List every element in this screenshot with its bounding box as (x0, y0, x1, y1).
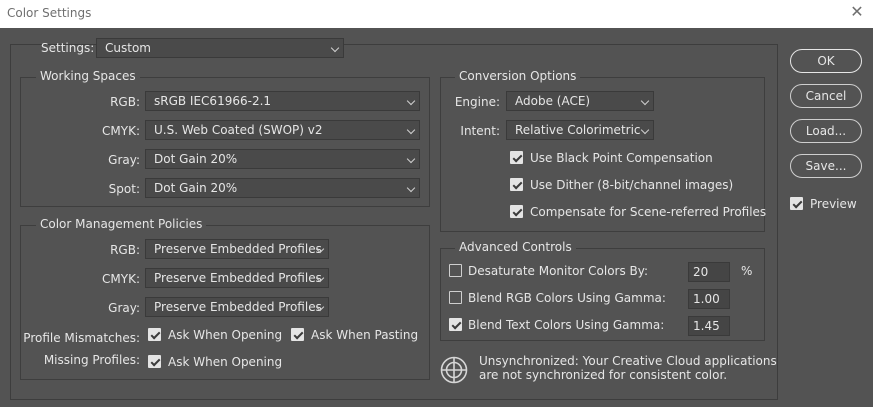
preview-checkbox[interactable] (790, 197, 803, 210)
black-point-checkbox[interactable] (510, 151, 523, 164)
ws-cmyk-select[interactable]: U.S. Web Coated (SWOP) v2 (145, 120, 420, 140)
engine-select[interactable]: Adobe (ACE) (506, 91, 654, 111)
working-spaces-title: Working Spaces (36, 69, 140, 83)
blend-rgb-value: 1.00 (693, 292, 720, 306)
blend-rgb-label: Blend RGB Colors Using Gamma: (468, 291, 666, 305)
policy-cmyk-value: Preserve Embedded Profiles (154, 271, 322, 285)
policy-rgb-value: Preserve Embedded Profiles (154, 242, 322, 256)
ws-spot-value: Dot Gain 20% (154, 181, 238, 195)
sync-status-line1: Unsynchronized: Your Creative Cloud appl… (479, 354, 777, 368)
black-point-label: Use Black Point Compensation (530, 151, 713, 165)
ws-spot-label: Spot: (108, 182, 140, 196)
ws-rgb-select[interactable]: sRGB IEC61966-2.1 (145, 91, 420, 111)
preview-label: Preview (810, 197, 857, 211)
color-sync-icon (440, 356, 468, 384)
save-button[interactable]: Save... (790, 154, 862, 178)
desaturate-label: Desaturate Monitor Colors By: (468, 264, 649, 278)
profile-mismatches-label: Profile Mismatches: (23, 331, 140, 345)
dither-label: Use Dither (8-bit/channel images) (530, 178, 734, 192)
ws-gray-select[interactable]: Dot Gain 20% (145, 149, 420, 169)
engine-value: Adobe (ACE) (515, 94, 591, 108)
compensate-label: Compensate for Scene-referred Profiles (530, 205, 767, 219)
policy-gray-select[interactable]: Preserve Embedded Profiles (145, 297, 329, 317)
cancel-button[interactable]: Cancel (790, 84, 862, 108)
dither-checkbox[interactable] (510, 178, 523, 191)
chevron-down-icon (406, 125, 416, 135)
ws-spot-select[interactable]: Dot Gain 20% (145, 178, 420, 198)
policy-gray-value: Preserve Embedded Profiles (154, 300, 322, 314)
ws-cmyk-value: U.S. Web Coated (SWOP) v2 (154, 123, 323, 137)
desaturate-input[interactable]: 20 (688, 262, 730, 282)
ws-rgb-label: RGB: (110, 95, 140, 109)
policy-gray-label: Gray: (108, 301, 140, 315)
window-title: Color Settings (7, 6, 92, 20)
blend-rgb-checkbox[interactable] (449, 291, 462, 304)
conversion-title: Conversion Options (455, 69, 581, 83)
ws-rgb-value: sRGB IEC61966-2.1 (154, 94, 272, 108)
settings-select-value: Custom (105, 41, 151, 55)
blend-text-input[interactable]: 1.45 (688, 316, 730, 336)
policies-title: Color Management Policies (36, 217, 207, 231)
desaturate-unit: % (741, 264, 753, 278)
advanced-title: Advanced Controls (455, 240, 576, 254)
compensate-checkbox[interactable] (510, 205, 523, 218)
blend-text-label: Blend Text Colors Using Gamma: (468, 318, 665, 332)
policy-cmyk-select[interactable]: Preserve Embedded Profiles (145, 268, 329, 288)
blend-text-checkbox[interactable] (449, 318, 462, 331)
ask-opening-mismatch-label: Ask When Opening (168, 328, 283, 342)
load-button[interactable]: Load... (790, 119, 862, 143)
ws-gray-value: Dot Gain 20% (154, 152, 238, 166)
chevron-down-icon (640, 125, 650, 135)
intent-select[interactable]: Relative Colorimetric (506, 120, 654, 140)
ask-pasting-label: Ask When Pasting (311, 328, 419, 342)
chevron-down-icon (406, 183, 416, 193)
ws-gray-label: Gray: (108, 153, 140, 167)
desaturate-value: 20 (693, 265, 709, 279)
intent-value: Relative Colorimetric (515, 123, 641, 137)
desaturate-checkbox[interactable] (449, 264, 462, 277)
engine-label: Engine: (454, 95, 500, 109)
blend-rgb-input[interactable]: 1.00 (688, 289, 730, 309)
chevron-down-icon (406, 154, 416, 164)
ws-cmyk-label: CMYK: (102, 124, 140, 138)
blend-text-value: 1.45 (693, 319, 720, 333)
sync-status-line2: are not synchronized for consistent colo… (479, 368, 728, 382)
policy-rgb-label: RGB: (110, 243, 140, 257)
chevron-down-icon (640, 96, 650, 106)
missing-profiles-label: Missing Profiles: (43, 353, 140, 367)
policy-rgb-select[interactable]: Preserve Embedded Profiles (145, 239, 329, 259)
title-bar: Color Settings ✕ (0, 0, 873, 28)
close-icon[interactable]: ✕ (848, 2, 866, 22)
settings-label: Settings: (41, 41, 95, 55)
ask-pasting-checkbox[interactable] (291, 328, 304, 341)
intent-label: Intent: (460, 124, 500, 138)
settings-select[interactable]: Custom (96, 38, 344, 58)
ok-button[interactable]: OK (790, 49, 862, 73)
ask-opening-missing-checkbox[interactable] (148, 355, 161, 368)
chevron-down-icon (406, 96, 416, 106)
chevron-down-icon (330, 43, 340, 53)
ask-opening-mismatch-checkbox[interactable] (148, 328, 161, 341)
ask-opening-missing-label: Ask When Opening (168, 355, 283, 369)
policy-cmyk-label: CMYK: (102, 272, 140, 286)
